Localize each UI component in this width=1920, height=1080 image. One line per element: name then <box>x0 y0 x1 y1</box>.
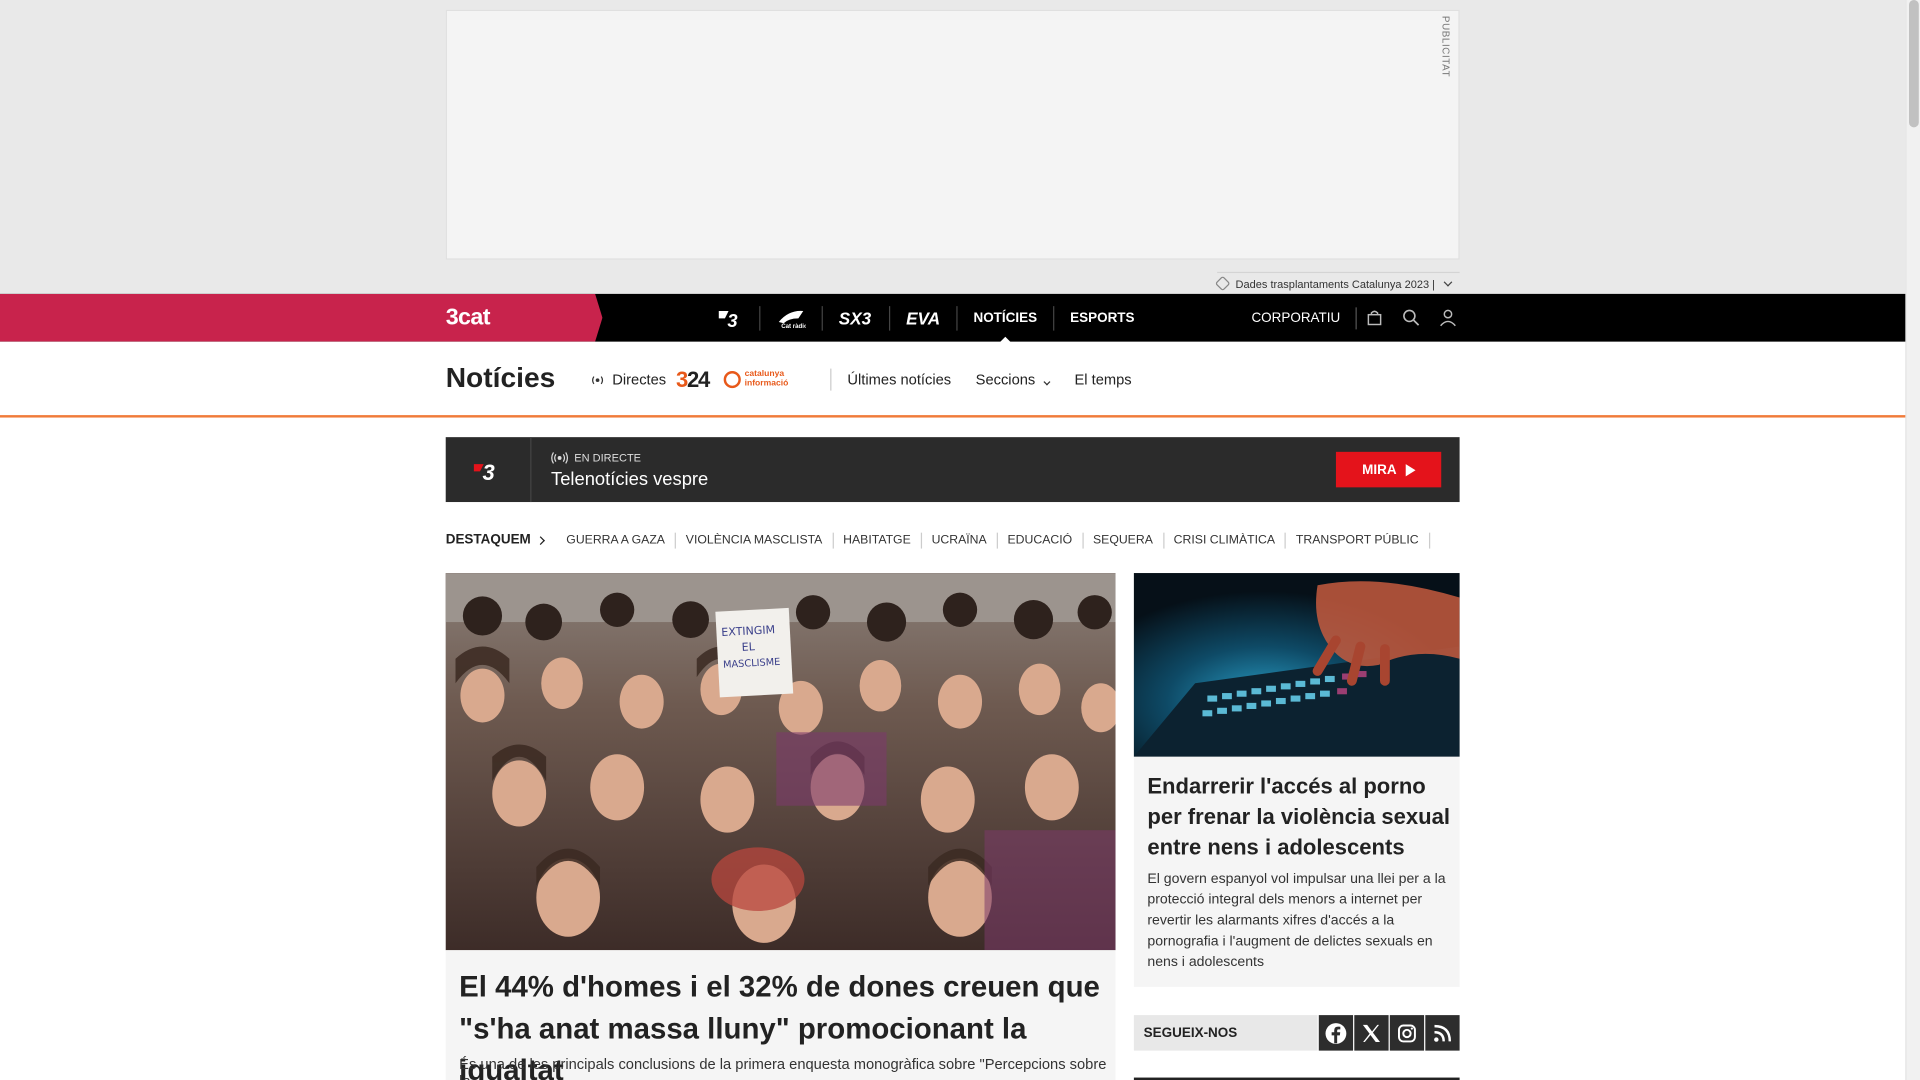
svg-text:EL: EL <box>741 640 756 654</box>
channel-tv3[interactable]: 3 <box>700 305 761 331</box>
logo-3cat[interactable]: 3cat <box>445 304 491 332</box>
svg-text:3: 3 <box>482 459 494 481</box>
crowd-photo: EXTINGIM EL MASCLISME <box>445 573 1116 951</box>
channel-catradio[interactable]: Cat ràdio <box>760 305 823 331</box>
directes-link[interactable]: Directes <box>612 371 666 388</box>
svg-text:EXTINGIM: EXTINGIM <box>721 623 775 639</box>
svg-text:EVA: EVA <box>906 308 940 328</box>
logo-3cat-text: 3cat <box>445 304 491 331</box>
ad-band: PUBLICITAT Dades trasplantaments Catalun… <box>0 0 1906 294</box>
channel-nav: 3 Cat ràdio SX3 EVA NOTÍCIES ESPORTS <box>700 294 1150 343</box>
logo-catalunya-informacio[interactable]: catalunya informació <box>723 369 811 390</box>
tag-transport-public[interactable]: TRANSPORT PÚBLIC <box>1286 532 1430 548</box>
tag-sequera[interactable]: SEQUERA <box>1083 532 1164 548</box>
tv3-logo-icon: 3 <box>718 309 738 329</box>
logo-ci-text: catalunya informació <box>744 369 789 389</box>
link-el-temps[interactable]: El temps <box>1074 371 1131 388</box>
follow-us-label: SEGUEIX-NOS <box>1133 1015 1318 1051</box>
seccions-label: Seccions <box>975 371 1036 389</box>
eva-logo-icon: EVA <box>906 308 940 328</box>
nav-noticies[interactable]: NOTÍCIES <box>958 305 1055 343</box>
chevron-down-icon[interactable] <box>1443 277 1453 286</box>
search-icon[interactable] <box>1393 294 1430 342</box>
side-article-text[interactable]: Endarrerir l'accés al porno per frenar l… <box>1133 756 1460 987</box>
section-header: Notícies Directes 324 catalunya informac… <box>0 342 1906 418</box>
instagram-icon[interactable] <box>1389 1015 1425 1051</box>
catradio-logo-icon: Cat ràdio <box>778 310 806 329</box>
scrollbar[interactable] <box>1905 0 1920 1080</box>
ad-caption-text: Dades trasplantaments Catalunya 2023 | <box>1235 277 1436 290</box>
destaquem-label-text: DESTAQUEM <box>445 532 531 548</box>
user-icon[interactable] <box>1430 294 1467 342</box>
side-article-title[interactable]: Endarrerir l'accés al porno per frenar l… <box>1147 771 1451 863</box>
main-article-text[interactable]: El 44% d'homes i el 32% de dones creuen … <box>445 950 1116 1080</box>
side-article-image[interactable] <box>1133 573 1460 757</box>
page-title[interactable]: Notícies <box>446 361 556 394</box>
link-ultimes-noticies[interactable]: Últimes notícies <box>847 371 951 388</box>
side-article-description: El govern espanyol vol impulsar una llei… <box>1147 871 1446 970</box>
live-title[interactable]: Telenotícies vespre <box>551 469 708 490</box>
shopping-bag-icon[interactable] <box>1356 294 1393 342</box>
tag-violencia-masclista[interactable]: VIOLÈNCIA MASCLISTA <box>676 532 834 548</box>
keyboard-photo <box>1133 573 1460 757</box>
ad-label: PUBLICITAT <box>1440 15 1452 78</box>
section-nav: Directes 324 catalunya informació Últime… <box>590 366 1156 393</box>
right-nav: CORPORATIU <box>1251 294 1466 342</box>
facebook-icon[interactable] <box>1318 1015 1354 1051</box>
channel-eva[interactable]: EVA <box>890 305 958 331</box>
tag-educacio[interactable]: EDUCACIÓ <box>998 532 1084 548</box>
chevron-down-icon <box>1044 378 1051 386</box>
protest-sign: EXTINGIM EL MASCLISME <box>715 607 794 698</box>
destaquem-label[interactable]: DESTAQUEM <box>445 532 546 548</box>
channel-sx3[interactable]: SX3 <box>823 305 891 331</box>
seccions-dropdown[interactable]: Seccions <box>975 371 1051 389</box>
catalunya-informacio-icon <box>723 371 741 389</box>
svg-text:SX3: SX3 <box>839 308 872 328</box>
tag-habitatge[interactable]: HABITATGE <box>833 532 922 548</box>
live-banner[interactable]: 3 EN DIRECTE Telenotícies vespre MIRA <box>445 437 1460 503</box>
tag-ucraina[interactable]: UCRAÏNA <box>922 532 998 548</box>
destaquem-bar: DESTAQUEM GUERRA A GAZA VIOLÈNCIA MASCLI… <box>446 529 1430 551</box>
tag-icon <box>1214 275 1231 292</box>
live-tag: EN DIRECTE <box>551 452 641 464</box>
brand-band <box>0 293 603 342</box>
nav-corporatiu[interactable]: CORPORATIU <box>1251 306 1357 329</box>
main-article-image[interactable]: EXTINGIM EL MASCLISME <box>445 573 1116 951</box>
broadcast-icon <box>590 374 605 385</box>
logo-324[interactable]: 324 <box>676 367 710 393</box>
rss-icon[interactable] <box>1425 1015 1460 1051</box>
watch-button[interactable]: MIRA <box>1335 451 1442 488</box>
watch-button-label: MIRA <box>1362 462 1397 477</box>
ad-slot[interactable]: PUBLICITAT <box>445 9 1460 260</box>
follow-us-bar: SEGUEIX-NOS <box>1133 1015 1460 1051</box>
scrollbar-thumb[interactable] <box>1908 0 1919 128</box>
broadcast-icon <box>551 452 569 464</box>
svg-text:Cat ràdio: Cat ràdio <box>781 323 805 329</box>
nav-esports[interactable]: ESPORTS <box>1054 306 1150 330</box>
tag-crisi-climatica[interactable]: CRISI CLIMÀTICA <box>1164 532 1287 548</box>
tv3-logo-icon: 3 <box>446 437 532 503</box>
sx3-logo-icon: SX3 <box>839 308 872 328</box>
tag-guerra-a-gaza[interactable]: GUERRA A GAZA <box>556 532 677 548</box>
divider <box>830 368 832 391</box>
top-navigation: 3cat 3 Cat ràdio SX3 EVA NOTÍCIES ESPORT… <box>0 293 1906 343</box>
ad-caption[interactable]: Dades trasplantaments Catalunya 2023 | <box>1214 271 1460 292</box>
svg-text:3: 3 <box>727 309 737 328</box>
play-icon <box>1405 463 1415 476</box>
live-tag-text: EN DIRECTE <box>574 451 642 465</box>
chevron-right-icon <box>536 535 546 545</box>
x-icon[interactable] <box>1354 1015 1389 1051</box>
main-article-description: És una de les principals conclusions de … <box>459 1055 1107 1080</box>
